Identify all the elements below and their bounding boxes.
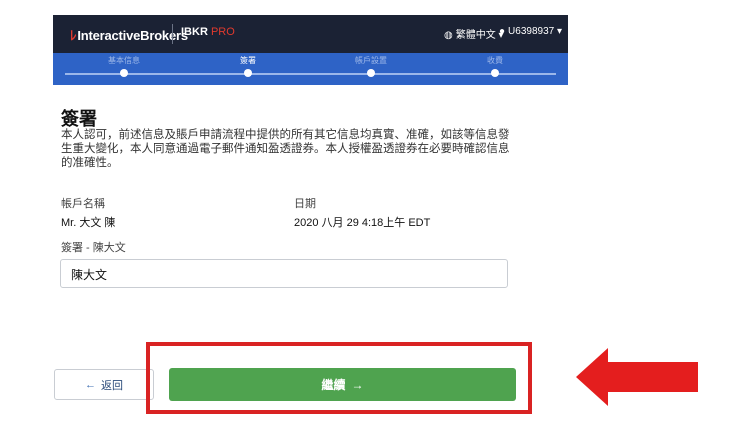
product-main: IBKR bbox=[181, 26, 208, 38]
date-value: 2020 八月 29 4:18上午 EDT bbox=[294, 217, 431, 229]
arrow-left-icon: ← bbox=[85, 378, 96, 391]
user-menu[interactable]: ● U6398937 ▾ bbox=[499, 26, 562, 37]
highlight-box bbox=[146, 342, 532, 414]
progress-steps: 基本信息 簽署 帳戶設置 收費 bbox=[53, 53, 568, 85]
step-dot bbox=[244, 69, 252, 77]
chevron-down-icon: ▾ bbox=[554, 26, 563, 37]
step-signature: 簽署 bbox=[240, 56, 256, 65]
step-basic-info: 基本信息 bbox=[108, 56, 140, 65]
product-name: IBKR PRO bbox=[181, 26, 235, 38]
step-fees: 收費 bbox=[487, 56, 503, 65]
top-navigation-bar: ﾚInteractiveBrokers IBKR PRO ◍ 繁體中文 ▾ ● U6… bbox=[53, 15, 568, 53]
account-name-label: 帳戶名稱 bbox=[61, 198, 105, 210]
back-button[interactable]: ← 返回 bbox=[54, 369, 154, 400]
step-account-setup: 帳戶設置 bbox=[355, 56, 387, 65]
brand-logo: ﾚInteractiveBrokers bbox=[70, 25, 188, 44]
signature-label: 簽署 - 陳大文 bbox=[61, 242, 126, 254]
language-label: 繁體中文 bbox=[455, 30, 496, 41]
username: U6398937 bbox=[508, 26, 555, 37]
signature-declaration: 本人認可，前述信息及賬戶申請流程中提供的所有其它信息均真實、准確，如該等信息發生… bbox=[61, 129, 510, 169]
date-label: 日期 bbox=[294, 198, 316, 210]
user-icon: ● bbox=[499, 26, 506, 37]
pointer-arrow-icon bbox=[576, 348, 698, 406]
signature-input[interactable]: 陳大文 bbox=[60, 259, 508, 288]
step-dot bbox=[491, 69, 499, 77]
product-sub: PRO bbox=[207, 26, 235, 38]
account-name-value: Mr. 大文 陳 bbox=[61, 217, 116, 229]
back-button-label: 返回 bbox=[101, 379, 123, 392]
flame-icon: ﾚ bbox=[70, 28, 77, 43]
step-dot bbox=[367, 69, 375, 77]
progress-line bbox=[65, 73, 556, 75]
globe-icon: ◍ bbox=[444, 30, 453, 41]
step-dot bbox=[120, 69, 128, 77]
language-selector[interactable]: ◍ 繁體中文 ▾ bbox=[444, 26, 504, 41]
logo-divider bbox=[172, 24, 173, 44]
